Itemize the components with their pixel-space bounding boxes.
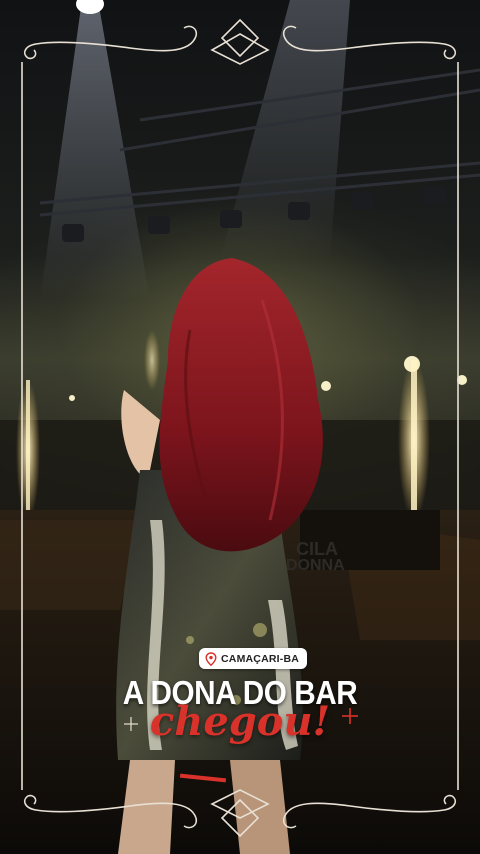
headline-script: chegou! (149, 698, 331, 745)
stage-banner-text: DONNA (286, 557, 345, 574)
location-sticker[interactable]: CAMAÇARI-BA (199, 648, 308, 669)
sparkler-fountain-left (16, 380, 40, 520)
sparkler-fountain-right (398, 360, 430, 520)
location-label: CAMAÇARI-BA (221, 652, 300, 665)
red-hair (159, 258, 323, 552)
stage-banner-text: CILA (296, 539, 338, 559)
spotlight-beam (40, 0, 150, 300)
floor-reflection (0, 520, 140, 610)
sparkler-fountain-center (144, 330, 160, 390)
story-canvas: CILA DONNA CAMAÇARI-BA A DONA DO BAR che… (0, 0, 480, 854)
map-pin-icon (205, 651, 217, 666)
